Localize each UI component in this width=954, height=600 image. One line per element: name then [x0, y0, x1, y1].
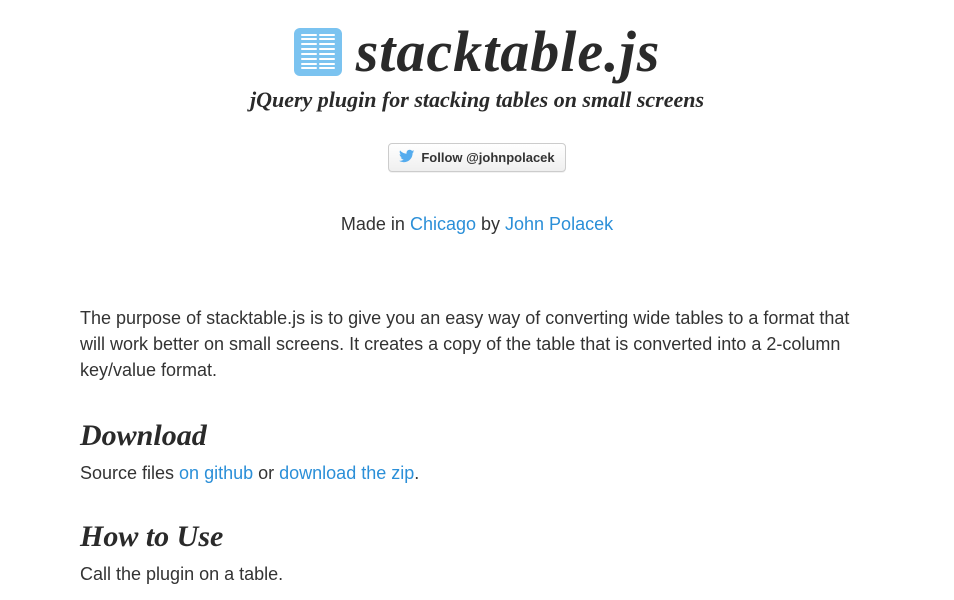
twitter-icon [399, 148, 415, 167]
author-link[interactable]: John Polacek [505, 214, 613, 234]
made-in-line: Made in Chicago by John Polacek [80, 214, 874, 235]
madein-prefix: Made in [341, 214, 410, 234]
chicago-link[interactable]: Chicago [410, 214, 476, 234]
download-or: or [253, 463, 279, 483]
download-text: Source files on github or download the z… [80, 463, 874, 484]
github-link[interactable]: on github [179, 463, 253, 483]
title-row: stacktable.js [80, 18, 874, 85]
main-content: The purpose of stacktable.js is to give … [80, 305, 874, 585]
howto-heading: How to Use [80, 520, 874, 554]
download-prefix: Source files [80, 463, 179, 483]
howto-text: Call the plugin on a table. [80, 564, 874, 585]
header: stacktable.js jQuery plugin for stacking… [80, 0, 874, 235]
stacktable-logo-icon [294, 28, 342, 76]
download-suffix: . [414, 463, 419, 483]
page-subtitle: jQuery plugin for stacking tables on sma… [80, 87, 874, 113]
twitter-follow-button[interactable]: Follow @johnpolacek [388, 143, 565, 172]
download-heading: Download [80, 419, 874, 453]
twitter-follow-label: Follow @johnpolacek [421, 150, 554, 165]
madein-by: by [476, 214, 505, 234]
page-title: stacktable.js [356, 18, 661, 85]
zip-link[interactable]: download the zip [279, 463, 414, 483]
intro-paragraph: The purpose of stacktable.js is to give … [80, 305, 874, 383]
